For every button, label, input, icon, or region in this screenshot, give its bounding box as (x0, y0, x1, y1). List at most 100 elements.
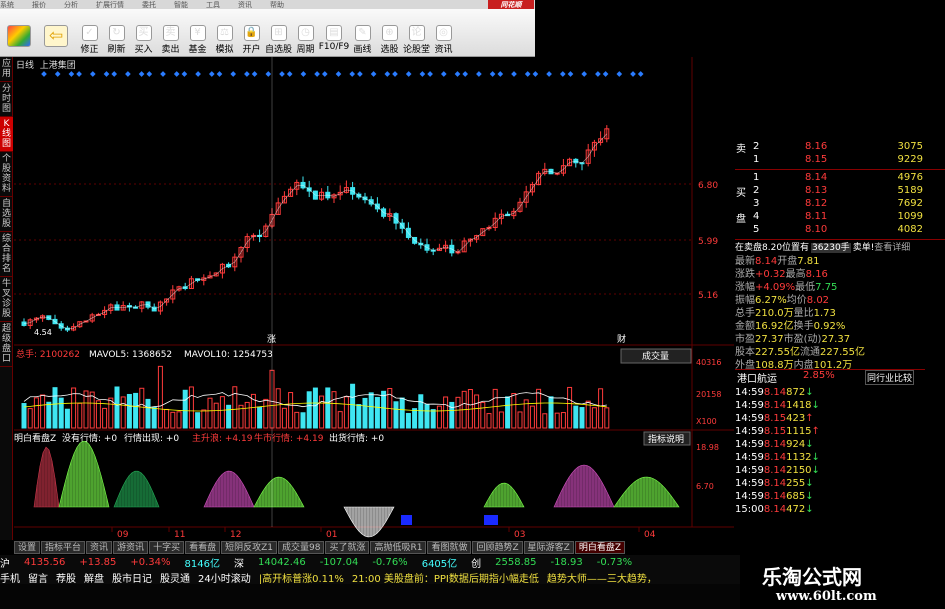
menu-item[interactable]: 分析 (64, 1, 78, 9)
volume-bar[interactable] (201, 409, 207, 429)
status-item-5[interactable]: 股灵通 (160, 570, 190, 585)
event-marker[interactable] (357, 71, 363, 77)
status-item-4[interactable]: 股市日记 (112, 570, 152, 585)
volume-bar[interactable] (443, 396, 449, 429)
indicator-tab-13[interactable]: 明白看盘Z (574, 541, 625, 554)
orderbook-buy-row[interactable]: 1 8.14 4976 (735, 172, 925, 184)
indicator-tab-2[interactable]: 资讯 (86, 541, 113, 554)
volume-bar[interactable] (120, 396, 126, 429)
big-order-info[interactable]: 在卖盘8.20位置有 36230手 卖单!查看详细 (735, 239, 945, 253)
indicator-tab-5[interactable]: 看看盘 (185, 541, 221, 554)
volume-bar[interactable] (95, 400, 101, 429)
event-marker[interactable] (616, 71, 623, 77)
menu-item[interactable]: 帮助 (270, 1, 284, 9)
status-item-8[interactable]: 21:00 美股盘前：PPI数据后期指小幅走低 (352, 570, 539, 585)
volume-bar[interactable] (554, 412, 560, 429)
event-marker[interactable] (454, 71, 461, 77)
event-marker[interactable] (265, 71, 272, 77)
event-marker[interactable] (244, 71, 250, 77)
volume-bar[interactable] (430, 409, 436, 429)
status-item-7[interactable]: |高开标普涨0.11% (259, 570, 344, 585)
industry-compare-button[interactable]: 同行业比较 (865, 370, 915, 385)
event-marker[interactable] (546, 71, 552, 77)
event-marker[interactable] (181, 71, 188, 77)
sidebar-item-5[interactable]: 综合排名 (0, 232, 13, 277)
volume-bar[interactable] (108, 397, 114, 429)
event-marker[interactable] (559, 71, 566, 77)
volume-bar[interactable] (455, 396, 461, 429)
event-marker[interactable] (230, 71, 237, 77)
volume-bar[interactable] (275, 388, 281, 429)
indicator-tab-4[interactable]: 十字买 (149, 541, 185, 554)
volume-bar[interactable] (257, 406, 263, 429)
volume-bar[interactable] (33, 397, 39, 429)
event-marker[interactable] (532, 71, 539, 77)
sidebar-item-2[interactable]: K线图 (0, 117, 13, 152)
volume-bar[interactable] (542, 413, 548, 429)
orderbook-buy-row[interactable]: 4 8.11 1099 (735, 211, 925, 223)
volume-bar[interactable] (393, 401, 399, 429)
event-marker[interactable] (111, 71, 118, 77)
toolbar-button-12[interactable]: 论论股堂 (403, 25, 430, 55)
toolbar-button-6[interactable]: 🔒 开户 (238, 25, 265, 55)
volume-bar[interactable] (46, 401, 52, 429)
event-marker[interactable] (497, 71, 504, 77)
volume-bar[interactable] (176, 411, 182, 429)
volume-bar[interactable] (232, 386, 238, 429)
event-marker[interactable] (602, 71, 609, 77)
status-item-0[interactable]: 手机 (0, 570, 20, 585)
volume-bar[interactable] (486, 413, 492, 429)
event-marker[interactable] (138, 71, 145, 77)
event-marker[interactable] (567, 71, 574, 77)
volume-bar[interactable] (139, 387, 145, 429)
event-marker[interactable] (195, 71, 201, 77)
volume-bar[interactable] (77, 402, 83, 429)
volume-bar[interactable] (300, 412, 306, 429)
indicator-tab-3[interactable]: 游资讯 (113, 541, 149, 554)
indicator-tab-6[interactable]: 短阴反攻Z1 (221, 541, 277, 554)
event-marker[interactable] (279, 71, 285, 77)
volume-bar[interactable] (151, 406, 157, 429)
sidebar-item-4[interactable]: 自选股 (0, 197, 13, 232)
volume-bar[interactable] (560, 412, 566, 429)
volume-bar[interactable] (182, 389, 188, 429)
event-marker[interactable] (125, 71, 131, 77)
volume-bar[interactable] (362, 397, 368, 429)
volume-bar[interactable] (319, 395, 325, 429)
volume-bar[interactable] (598, 388, 604, 429)
orderbook-sell-row[interactable]: 2 8.16 3075 (735, 141, 925, 153)
sidebar-item-1[interactable]: 分时图 (0, 82, 13, 117)
event-marker[interactable] (68, 71, 75, 77)
volume-bar[interactable] (114, 386, 120, 429)
toolbar-button-0[interactable]: ✓ 修正 (76, 25, 103, 55)
toolbar-button-9[interactable]: ▤ F10/F9 (319, 25, 349, 55)
event-marker[interactable] (54, 71, 61, 77)
volume-bar[interactable] (498, 411, 504, 429)
status-item-1[interactable]: 留言 (28, 570, 48, 585)
event-marker[interactable] (511, 71, 517, 77)
volume-bar[interactable] (492, 388, 498, 429)
status-item-2[interactable]: 荐股 (56, 570, 76, 585)
menu-item[interactable]: 扩展行情 (96, 1, 124, 9)
sidebar-item-6[interactable]: 牛叉诊股 (0, 277, 13, 322)
event-marker[interactable] (462, 71, 469, 77)
indicator-tab-1[interactable]: 指标平台 (41, 541, 86, 554)
volume-bar[interactable] (356, 404, 362, 429)
volume-bar[interactable] (64, 408, 70, 429)
indicator-tab-7[interactable]: 成交量98 (278, 541, 325, 554)
status-item-3[interactable]: 解盘 (84, 570, 104, 585)
volume-bar[interactable] (263, 398, 269, 429)
orderbook-buy-row[interactable]: 5 8.10 4082 (735, 224, 925, 236)
event-marker[interactable] (581, 71, 588, 77)
volume-bar[interactable] (449, 401, 455, 429)
volume-bar[interactable] (381, 390, 387, 429)
indicator-tab-9[interactable]: 高抛低吸R1 (370, 541, 427, 554)
menu-item[interactable]: 工具 (206, 1, 220, 9)
event-marker[interactable] (595, 71, 601, 77)
back-arrow-icon[interactable]: ⇦ (44, 25, 68, 47)
toolbar-button-7[interactable]: ⊞ 自选股 (265, 25, 292, 55)
volume-bar[interactable] (102, 407, 108, 429)
volume-bar[interactable] (505, 396, 511, 429)
event-marker[interactable] (335, 71, 342, 77)
volume-bar[interactable] (350, 383, 356, 429)
